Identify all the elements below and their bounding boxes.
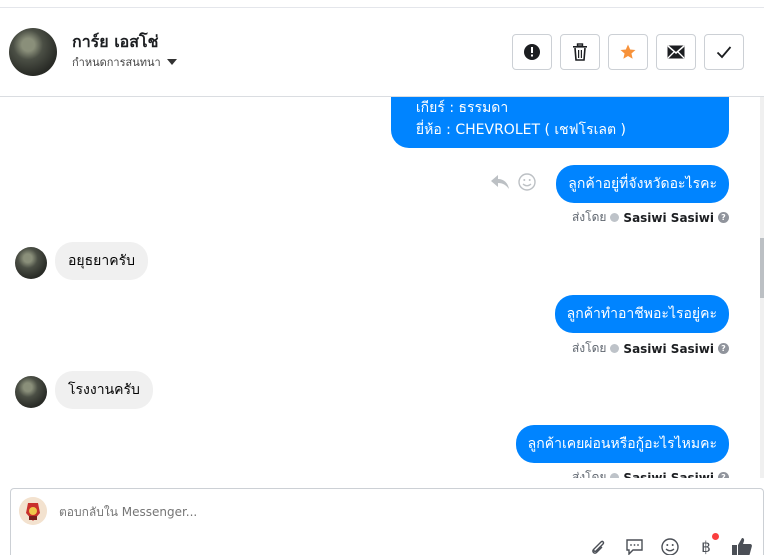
emoji-react-icon[interactable] — [518, 173, 536, 191]
sent-by-label: ส่งโดย — [571, 470, 607, 478]
notification-dot — [712, 533, 719, 540]
incoming-message[interactable]: อยุธยาครับ — [55, 242, 148, 280]
help-icon[interactable]: ? — [718, 472, 729, 478]
saved-replies-button[interactable] — [623, 537, 645, 555]
envelope-icon — [667, 45, 685, 59]
emoji-icon — [661, 538, 679, 555]
assign-conversation-dropdown[interactable]: กำหนดการสนทนา — [72, 53, 177, 71]
header-actions — [512, 34, 744, 70]
message-line: เกียร์ : ธรรมดา — [415, 100, 509, 116]
outgoing-message[interactable]: ลูกค้าอยู่ที่จังหวัดอะไรคะ — [556, 165, 729, 203]
outgoing-message[interactable]: ลูกค้าทำอาชีพอะไรอยู่คะ — [554, 295, 729, 333]
baht-icon: ฿ — [701, 538, 711, 555]
verified-check-icon — [610, 344, 620, 353]
sent-by-info: ส่งโดย Sasiwi Sasiwi ? — [572, 208, 729, 227]
outgoing-message[interactable]: เกียร์ : ธรรมดา ยี่ห้อ : CHEVROLET ( เชฟ… — [390, 97, 729, 148]
message-thread[interactable]: เกียร์ : ธรรมดา ยี่ห้อ : CHEVROLET ( เชฟ… — [0, 97, 760, 478]
star-icon — [620, 44, 636, 59]
sent-by-info: ส่งโดย Sasiwi Sasiwi ? — [572, 468, 729, 478]
page-logo-icon — [19, 497, 47, 525]
delete-button[interactable] — [560, 34, 600, 70]
reply-input[interactable] — [59, 505, 559, 519]
help-icon[interactable]: ? — [718, 343, 729, 354]
contact-avatar-small[interactable] — [15, 247, 47, 279]
star-button[interactable] — [608, 34, 648, 70]
like-button[interactable] — [731, 537, 753, 555]
emoji-button[interactable] — [659, 537, 681, 555]
checkmark-icon — [716, 46, 732, 59]
done-button[interactable] — [704, 34, 744, 70]
caret-down-icon — [166, 59, 177, 65]
sent-by-label: ส่งโดย — [571, 210, 607, 224]
composer-tools: ฿ — [587, 533, 753, 555]
paperclip-icon — [592, 540, 605, 554]
outgoing-message[interactable]: ลูกค้าเคยผ่อนหรือกู้อะไรไหมคะ — [515, 425, 729, 463]
agent-name[interactable]: Sasiwi Sasiwi — [623, 211, 714, 225]
page-avatar — [19, 497, 47, 525]
assign-label: กำหนดการสนทนา — [72, 56, 161, 69]
message-hover-actions — [490, 173, 536, 191]
sent-by-info: ส่งโดย Sasiwi Sasiwi ? — [572, 339, 729, 358]
scrollbar-thumb[interactable] — [760, 238, 764, 298]
conversation-header: การ์ย เอสโช่ กำหนดการสนทนา — [0, 8, 764, 97]
chat-bubble-icon — [625, 539, 643, 555]
trash-icon — [573, 43, 587, 61]
reply-composer: ฿ — [10, 488, 764, 555]
messenger-inbox: การ์ย เอสโช่ กำหนดการสนทนา เกียร์: ธรรม… — [0, 0, 764, 555]
verified-check-icon — [610, 213, 620, 222]
message-line: ยี่ห้อ : CHEVROLET ( เชฟโรเลต ) — [415, 122, 626, 138]
contact-avatar[interactable] — [9, 28, 57, 76]
verified-check-icon — [610, 473, 620, 478]
agent-name[interactable]: Sasiwi Sasiwi — [623, 342, 714, 356]
mark-spam-button[interactable] — [512, 34, 552, 70]
agent-name[interactable]: Sasiwi Sasiwi — [623, 471, 714, 479]
reply-icon[interactable] — [490, 174, 510, 190]
contact-name[interactable]: การ์ย เอสโช่ — [72, 30, 159, 55]
help-icon[interactable]: ? — [718, 212, 729, 223]
attach-button[interactable] — [587, 537, 609, 555]
incoming-message[interactable]: โรงงานครับ — [55, 371, 153, 409]
mark-unread-button[interactable] — [656, 34, 696, 70]
alert-icon — [524, 44, 540, 60]
payment-button[interactable]: ฿ — [695, 533, 719, 555]
thumbs-up-icon — [732, 538, 752, 555]
contact-avatar-small[interactable] — [15, 376, 47, 408]
sent-by-label: ส่งโดย — [571, 341, 607, 355]
top-divider — [0, 0, 764, 8]
